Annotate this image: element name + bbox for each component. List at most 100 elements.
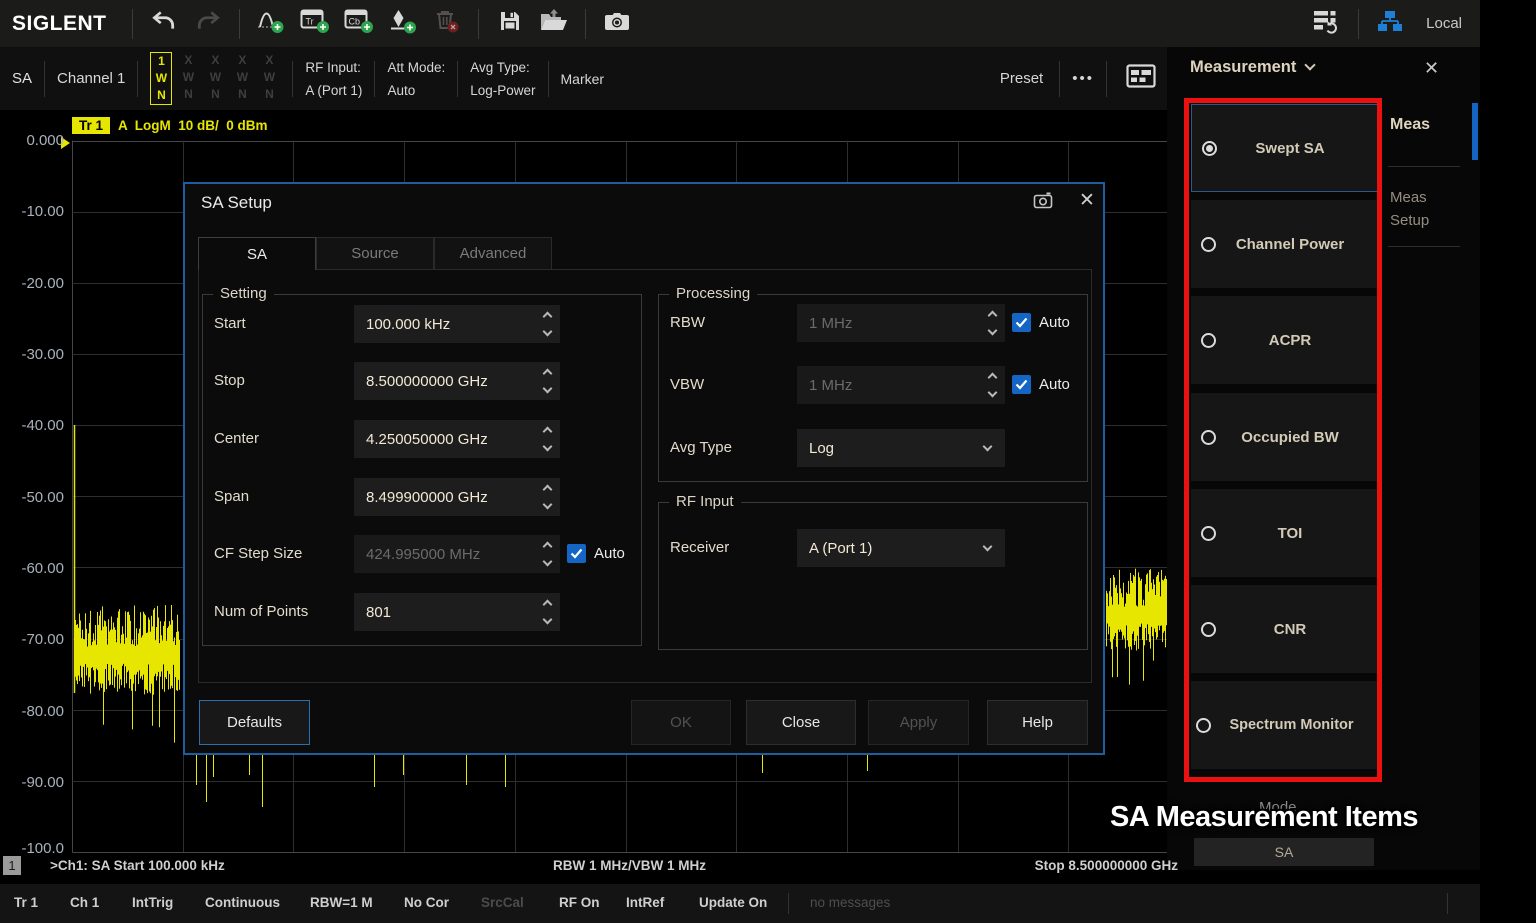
tab-advanced[interactable]: Advanced xyxy=(434,237,552,270)
tab-sa[interactable]: SA xyxy=(198,237,316,270)
spin-down-icon[interactable] xyxy=(988,326,998,336)
y-axis-label: -100.0 xyxy=(0,840,64,857)
add-marker-button[interactable] xyxy=(381,3,425,45)
spin-up-icon[interactable] xyxy=(988,373,998,383)
start-input[interactable]: 100.000 kHz xyxy=(354,305,560,343)
spin-down-icon[interactable] xyxy=(543,327,553,337)
span-input[interactable]: 8.499900000 GHz xyxy=(354,478,560,516)
dialog-screenshot-button[interactable] xyxy=(1033,192,1055,215)
att-mode-field[interactable]: Att Mode: Auto xyxy=(387,60,445,98)
svg-text:Cb: Cb xyxy=(348,17,360,27)
status-message: no messages xyxy=(810,895,890,910)
checkbox-checked-icon[interactable] xyxy=(567,544,586,563)
rf-input-field[interactable]: RF Input: A (Port 1) xyxy=(305,60,362,98)
cf-auto-checkbox[interactable]: Auto xyxy=(567,544,625,563)
save-button[interactable] xyxy=(488,3,532,45)
tab-source[interactable]: Source xyxy=(316,237,434,270)
spin-down-icon[interactable] xyxy=(988,388,998,398)
add-channel-button[interactable]: Cb xyxy=(337,3,381,45)
trace-col[interactable]: X W N xyxy=(177,52,199,105)
delete-button[interactable] xyxy=(425,3,469,45)
radio-icon[interactable] xyxy=(1201,622,1216,637)
auto-label: Auto xyxy=(1039,314,1070,331)
screenshot-button[interactable] xyxy=(595,3,639,45)
window-layout-button[interactable] xyxy=(1119,58,1163,100)
meas-item-toi[interactable]: TOI xyxy=(1191,489,1378,577)
meas-item-acpr[interactable]: ACPR xyxy=(1191,296,1378,384)
spin-up-icon[interactable] xyxy=(543,542,553,552)
help-button[interactable]: Help xyxy=(987,700,1088,745)
meas-item-spectrum-monitor[interactable]: Spectrum Monitor xyxy=(1191,681,1378,769)
y-axis-label: -40.00 xyxy=(0,417,64,434)
trace-col[interactable]: X W N xyxy=(258,52,280,105)
channel-bar-sa-tab[interactable]: SA xyxy=(12,70,32,87)
channel-selector[interactable]: Channel 1 xyxy=(57,70,125,87)
local-mode-label: Local xyxy=(1426,15,1462,32)
toolbar-divider xyxy=(132,9,133,39)
vbw-auto-checkbox[interactable]: Auto xyxy=(1012,375,1070,394)
center-input[interactable]: 4.250050000 GHz xyxy=(354,420,560,458)
close-button[interactable]: Close xyxy=(746,700,856,745)
radio-icon[interactable] xyxy=(1201,526,1216,541)
radio-selected-icon[interactable] xyxy=(1202,141,1217,156)
rbw-auto-checkbox[interactable]: Auto xyxy=(1012,313,1070,332)
num-points-input[interactable]: 801 xyxy=(354,593,560,631)
undo-button[interactable] xyxy=(142,3,186,45)
mode-sa-button[interactable]: SA xyxy=(1194,838,1374,866)
radio-icon[interactable] xyxy=(1201,430,1216,445)
spin-down-icon[interactable] xyxy=(543,500,553,510)
info-rbw-vbw-text: RBW 1 MHz/VBW 1 MHz xyxy=(553,858,706,873)
y-axis-label: -20.00 xyxy=(0,275,64,292)
trace-badge[interactable]: Tr 1 xyxy=(72,117,110,134)
window-arrange-button[interactable] xyxy=(1305,3,1349,45)
meas-item-occupied-bw[interactable]: Occupied BW xyxy=(1191,393,1378,481)
spin-down-icon[interactable] xyxy=(543,384,553,394)
add-trace-window-button[interactable]: Tr xyxy=(293,3,337,45)
spin-down-icon[interactable] xyxy=(543,557,553,567)
preset-button[interactable]: Preset xyxy=(996,70,1047,87)
checkbox-checked-icon[interactable] xyxy=(1012,313,1031,332)
meas-item-swept-sa[interactable]: Swept SA xyxy=(1191,104,1378,192)
measurement-dropdown[interactable]: Measurement xyxy=(1190,58,1314,77)
open-file-button[interactable] xyxy=(532,3,576,45)
add-trace-button[interactable] xyxy=(249,3,293,45)
num-points-label: Num of Points xyxy=(214,603,308,620)
spin-down-icon[interactable] xyxy=(543,442,553,452)
trace-col[interactable]: X W N xyxy=(231,52,253,105)
checkbox-checked-icon[interactable] xyxy=(1012,375,1031,394)
spin-down-icon[interactable] xyxy=(543,615,553,625)
spinner xyxy=(989,304,996,342)
meas-item-cnr[interactable]: CNR xyxy=(1191,585,1378,673)
spin-up-icon[interactable] xyxy=(543,312,553,322)
dialog-close-button[interactable]: ✕ xyxy=(1075,189,1099,212)
trace-col-active[interactable]: 1 W N xyxy=(150,52,172,105)
spin-up-icon[interactable] xyxy=(543,427,553,437)
status-channel: Ch 1 xyxy=(70,895,99,910)
marker-button[interactable]: Marker xyxy=(561,71,605,87)
receiver-select[interactable]: A (Port 1) xyxy=(797,529,1005,567)
network-button[interactable] xyxy=(1368,3,1412,45)
spin-up-icon[interactable] xyxy=(543,369,553,379)
spin-up-icon[interactable] xyxy=(988,311,998,321)
meas-item-channel-power[interactable]: Channel Power xyxy=(1191,200,1378,288)
panel-close-button[interactable]: ✕ xyxy=(1424,58,1439,79)
trace-status-grid[interactable]: 1 W N X W N X W N X W N X W N xyxy=(150,52,280,105)
stop-input[interactable]: 8.500000000 GHz xyxy=(354,362,560,400)
more-options-button[interactable]: ••• xyxy=(1072,70,1094,87)
redo-button[interactable] xyxy=(186,3,230,45)
side-tab-meas-setup[interactable]: Meas Setup xyxy=(1390,186,1429,232)
defaults-button[interactable]: Defaults xyxy=(199,700,310,745)
avg-type-value: Log xyxy=(809,440,834,457)
radio-icon[interactable] xyxy=(1201,237,1216,252)
spin-up-icon[interactable] xyxy=(543,485,553,495)
measurement-header-label: Measurement xyxy=(1190,58,1296,76)
spin-up-icon[interactable] xyxy=(543,600,553,610)
rf-input-label: RF Input: xyxy=(305,60,362,75)
avg-type-select[interactable]: Log xyxy=(797,429,1005,467)
trash-icon xyxy=(433,8,461,39)
trace-col[interactable]: X W N xyxy=(204,52,226,105)
radio-icon[interactable] xyxy=(1201,333,1216,348)
side-tab-meas[interactable]: Meas xyxy=(1390,116,1430,134)
avg-type-field[interactable]: Avg Type: Log-Power xyxy=(470,60,535,98)
chevron-down-icon xyxy=(983,442,993,452)
